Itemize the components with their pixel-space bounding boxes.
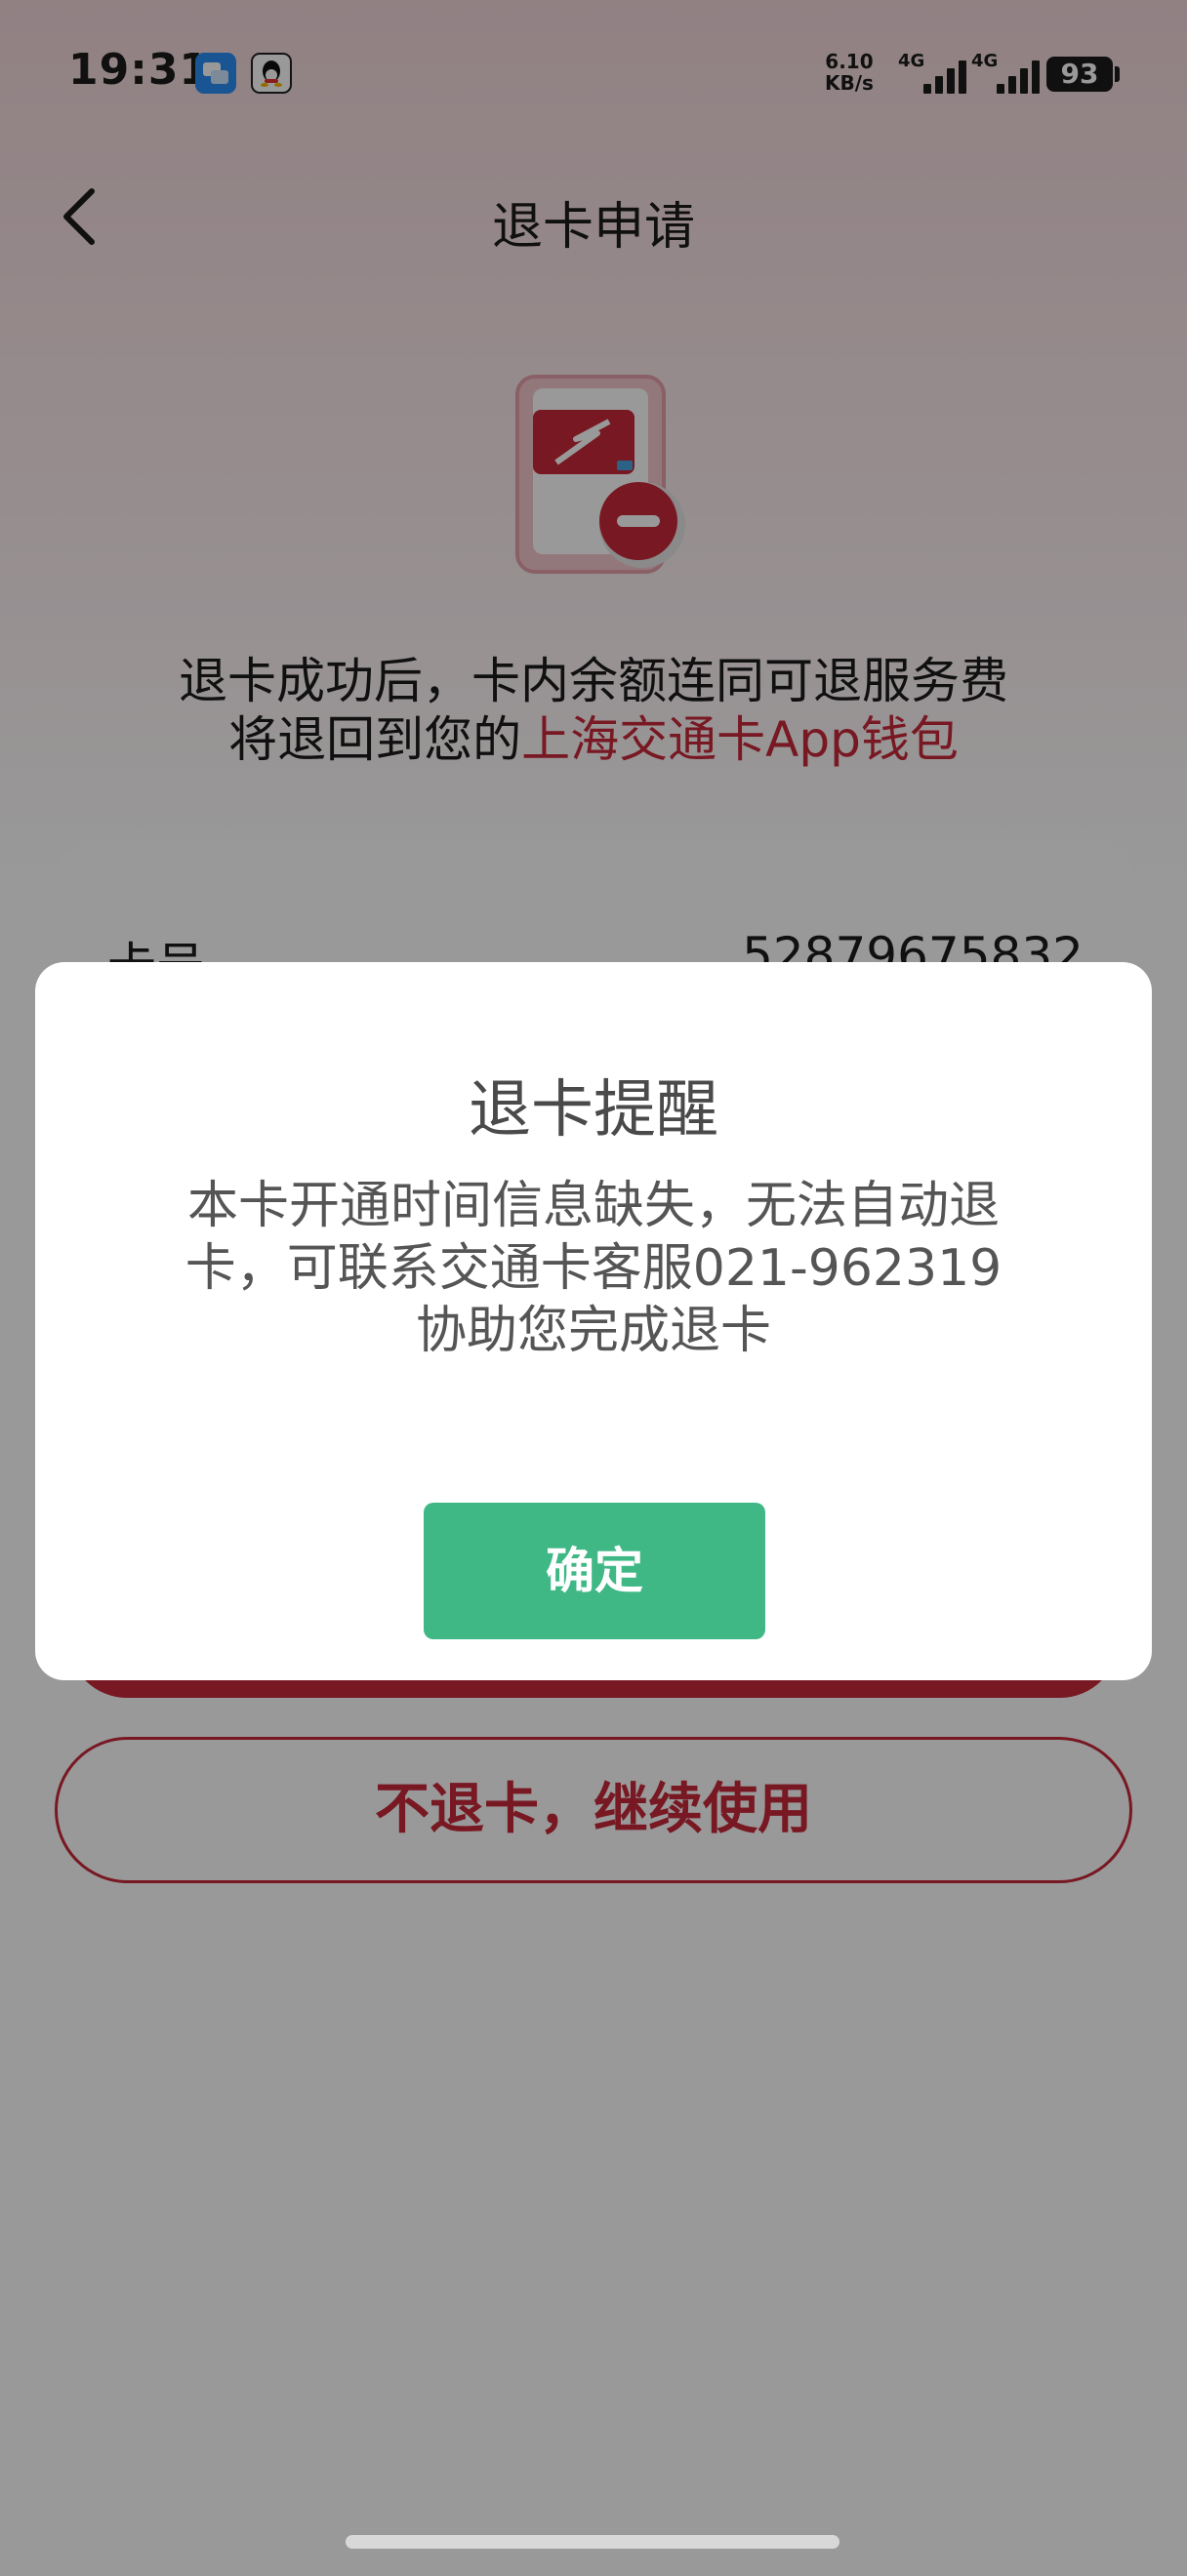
dialog-title: 退卡提醒 [469,1074,718,1147]
dialog-message: 本卡开通时间信息缺失，无法自动退 卡，可联系交通卡客服021-962319 协助… [133,1175,1054,1362]
dialog-message-line3: 协助您完成退卡 [415,1302,771,1360]
home-indicator[interactable] [346,2535,839,2549]
dialog-message-line1: 本卡开通时间信息缺失，无法自动退 [186,1177,1000,1235]
dialog-confirm-button[interactable]: 确定 [424,1503,765,1639]
refund-reminder-dialog: 退卡提醒 本卡开通时间信息缺失，无法自动退 卡，可联系交通卡客服021-9623… [35,962,1152,1680]
dialog-message-line2: 卡，可联系交通卡客服021-962319 [184,1239,1003,1298]
screen: 19:31 6.10 KB/s 4G 4G 93 退卡申请 退卡成功后，卡内余额… [0,0,1187,2576]
